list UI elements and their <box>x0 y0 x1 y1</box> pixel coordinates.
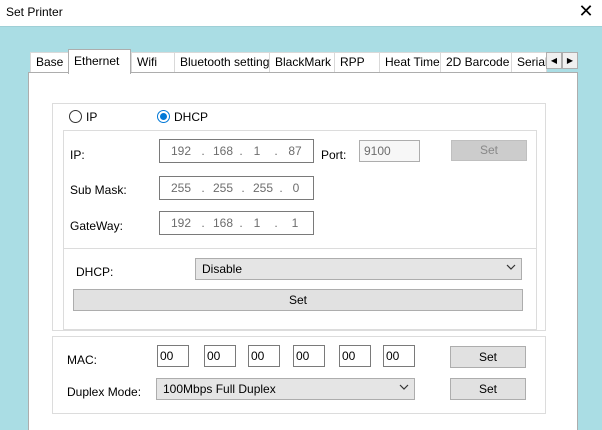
dhcp-group: DHCP: Disable Set <box>63 248 537 330</box>
ip-label: IP: <box>70 148 85 162</box>
tab-base[interactable]: Base <box>30 52 69 73</box>
tab-serial[interactable]: Serial <box>511 52 547 73</box>
submask-input[interactable]: 255 . 255 . 255 . 0 <box>159 176 314 200</box>
port-label: Port: <box>321 148 347 162</box>
duplex-mode-value: 100Mbps Full Duplex <box>163 382 276 396</box>
title-bar: Set Printer ✕ <box>0 0 602 26</box>
tab-2d-barcode[interactable]: 2D Barcode <box>440 52 512 73</box>
network-group: IP DHCP IP: 192 . 168 . 1 . 87 Port: 910… <box>52 103 546 331</box>
duplex-set-button[interactable]: Set <box>450 378 526 400</box>
tab-scroll-buttons: ◀ ▶ <box>546 52 578 69</box>
mac-octet-2-input[interactable]: 00 <box>204 345 236 367</box>
dhcp-select[interactable]: Disable <box>195 258 522 280</box>
dhcp-label: DHCP: <box>76 265 114 279</box>
chevron-down-icon <box>399 384 409 390</box>
ip-radio[interactable] <box>69 110 82 123</box>
dhcp-radio[interactable] <box>157 110 170 123</box>
gateway-label: GateWay: <box>70 219 123 233</box>
mac-octet-6-input[interactable]: 00 <box>383 345 415 367</box>
tab-bluetooth-setting[interactable]: Bluetooth setting <box>174 52 270 73</box>
network-set-button[interactable]: Set <box>451 140 527 161</box>
gateway-input[interactable]: 192 . 168 . 1 . 1 <box>159 211 314 235</box>
mac-group: MAC: 00 00 00 00 00 00 Set Duplex Mode: … <box>52 336 546 414</box>
ethernet-panel: IP DHCP IP: 192 . 168 . 1 . 87 Port: 910… <box>28 72 578 430</box>
address-group: IP: 192 . 168 . 1 . 87 Port: 9100 Set Su… <box>63 130 537 249</box>
ip-radio-label: IP <box>86 110 98 124</box>
duplex-mode-select[interactable]: 100Mbps Full Duplex <box>156 378 415 400</box>
tab-wifi[interactable]: Wifi <box>131 52 175 73</box>
tab-rpp[interactable]: RPP <box>334 52 380 73</box>
submask-label: Sub Mask: <box>70 183 127 197</box>
tab-ethernet[interactable]: Ethernet <box>68 49 131 74</box>
mac-octet-3-input[interactable]: 00 <box>248 345 280 367</box>
mac-set-button[interactable]: Set <box>450 346 526 368</box>
tab-scroll-left-icon[interactable]: ◀ <box>546 52 562 69</box>
duplex-mode-label: Duplex Mode: <box>67 385 142 399</box>
close-icon[interactable]: ✕ <box>576 1 596 23</box>
mac-octet-1-input[interactable]: 00 <box>157 345 189 367</box>
tab-blackmark[interactable]: BlackMark <box>269 52 335 73</box>
tab-heat-time[interactable]: Heat Time <box>379 52 441 73</box>
dhcp-select-value: Disable <box>202 262 243 276</box>
chevron-down-icon <box>506 264 516 270</box>
dhcp-radio-label: DHCP <box>174 110 209 124</box>
mac-octet-5-input[interactable]: 00 <box>339 345 371 367</box>
port-input[interactable]: 9100 <box>359 140 420 162</box>
tab-scroll-right-icon[interactable]: ▶ <box>562 52 578 69</box>
ip-address-input[interactable]: 192 . 168 . 1 . 87 <box>159 139 314 163</box>
dhcp-set-button[interactable]: Set <box>73 289 523 311</box>
window-title: Set Printer <box>6 5 63 19</box>
mac-label: MAC: <box>67 353 97 367</box>
mac-octet-4-input[interactable]: 00 <box>293 345 325 367</box>
